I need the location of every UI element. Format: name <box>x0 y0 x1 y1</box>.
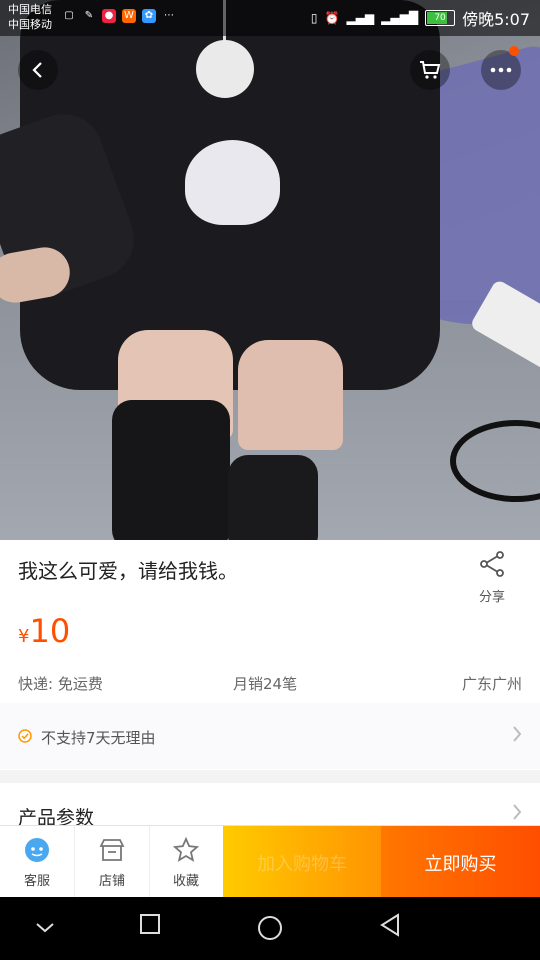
system-nav-bar <box>0 897 540 960</box>
product-image[interactable] <box>0 0 540 540</box>
weibo-icon: W <box>122 9 136 23</box>
favorite-label: 收藏 <box>172 874 199 889</box>
customer-service-button[interactable]: 客服 <box>0 826 75 898</box>
favorite-button[interactable]: 收藏 <box>149 826 224 898</box>
clock: 傍晚5:07 <box>462 10 530 29</box>
service-icon <box>25 838 49 862</box>
status-right: ▯ ⏰ ▂▄▆ ▂▄▆█ 70 傍晚5:07 <box>311 6 530 30</box>
chevron-right-icon <box>513 804 522 820</box>
service-notice-row[interactable]: 不支持7天无理由 <box>0 703 540 769</box>
shop-icon <box>99 839 125 861</box>
nav-home-icon[interactable] <box>257 915 283 941</box>
price: ¥10 <box>18 612 70 650</box>
star-icon <box>172 836 200 862</box>
nav-back-icon[interactable] <box>379 913 401 937</box>
more-icon <box>490 67 512 73</box>
battery-icon: 70 <box>425 10 456 26</box>
check-circle-icon <box>18 729 32 743</box>
add-to-cart-button[interactable]: 加入购物车 <box>223 826 381 898</box>
signal-icon: ▂▄▆ <box>346 11 375 25</box>
cart-button[interactable] <box>410 50 450 90</box>
product-title: 我这么可爱，请给我钱。 <box>18 559 238 583</box>
signal-icon: ▂▄▆█ <box>381 11 419 25</box>
nav-down-icon[interactable] <box>34 921 56 935</box>
lock-icon: ▢ <box>64 10 74 21</box>
chevron-right-icon <box>513 726 522 742</box>
battery-level: 70 <box>434 13 446 23</box>
location: 广东广州 <box>461 675 522 693</box>
nav-recent-icon[interactable] <box>139 913 161 935</box>
carrier-2: 中国移动 <box>8 18 52 31</box>
product-detail-screen: 中国电信 中国移动 ▢ ✎ ● W ✿ ⋯ ▯ ⏰ ▂▄▆ ▂▄▆█ 70 傍晚… <box>0 0 540 960</box>
vibrate-icon: ▯ <box>310 11 318 25</box>
currency-symbol: ¥ <box>18 626 30 647</box>
buy-now-button[interactable]: 立即购买 <box>381 826 540 898</box>
back-button[interactable] <box>18 50 58 90</box>
alarm-icon: ⏰ <box>324 11 340 25</box>
app-icon: ✿ <box>142 9 156 23</box>
more-button[interactable] <box>481 46 521 90</box>
share-label: 分享 <box>478 590 505 605</box>
buy-now-label: 立即购买 <box>424 854 497 875</box>
add-to-cart-label: 加入购物车 <box>257 854 347 875</box>
carrier-names: 中国电信 中国移动 <box>8 2 52 32</box>
app-icon: ● <box>102 9 116 23</box>
app-icon: ✎ <box>84 10 94 21</box>
notification-dot <box>509 46 519 56</box>
back-icon <box>32 62 42 78</box>
share-icon <box>480 551 504 577</box>
shop-label: 店铺 <box>98 874 125 889</box>
service-label: 客服 <box>23 874 50 889</box>
notification-icons: ▢ ✎ ● W ✿ ⋯ <box>62 9 176 23</box>
notice-text: 不支持7天无理由 <box>41 729 156 747</box>
price-amount: 10 <box>29 612 71 650</box>
shop-button[interactable]: 店铺 <box>75 826 150 898</box>
shipping-info: 快递: 免运费 <box>18 675 103 693</box>
share-button[interactable]: 分享 <box>472 550 512 605</box>
carrier-1: 中国电信 <box>8 3 52 16</box>
status-bar: 中国电信 中国移动 ▢ ✎ ● W ✿ ⋯ ▯ ⏰ ▂▄▆ ▂▄▆█ 70 傍晚… <box>0 0 540 36</box>
more-notifications-icon: ⋯ <box>164 10 174 21</box>
cart-icon <box>420 61 441 79</box>
monthly-sales: 月销24笔 <box>233 675 298 693</box>
bottom-action-bar: 客服 店铺 收藏 加入购物车 立即购买 <box>0 825 540 898</box>
